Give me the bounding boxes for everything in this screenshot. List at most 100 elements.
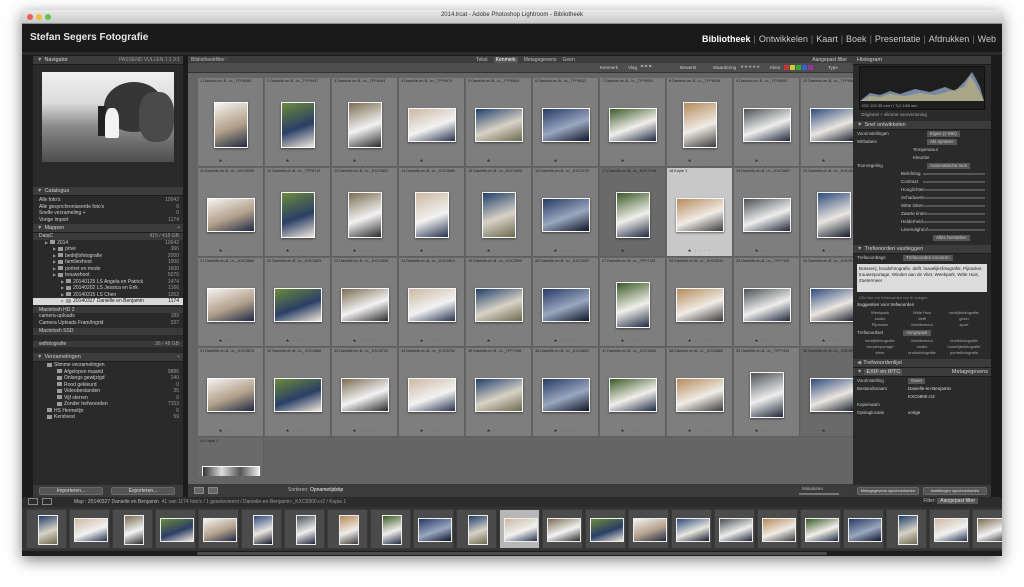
disclosure-triangle-icon[interactable]: ▶ bbox=[61, 298, 64, 303]
grid-cell[interactable]: 19 Danielle-en-B...in-_KXC3807 ★ · · · · bbox=[734, 168, 800, 257]
folders-header[interactable]: ▼ Mappen + bbox=[33, 224, 183, 233]
grid-cell[interactable]: 12 Danielle-en-B...in-_TFP6744 ★ · · · · bbox=[265, 168, 331, 257]
keyword-entry-field[interactable]: Klik hier om trefwoorden toe te voegen bbox=[853, 294, 991, 301]
filmstrip-thumbnail[interactable] bbox=[843, 509, 884, 549]
filmstrip-thumbnail[interactable] bbox=[499, 509, 540, 549]
photo-thumbnail[interactable] bbox=[207, 377, 255, 412]
sync-metadata-button[interactable]: Metagegevens synchroniseren bbox=[857, 487, 919, 495]
rating-stars[interactable]: ★ · · · · bbox=[332, 338, 397, 344]
rating-stars[interactable]: ★ · · · · bbox=[667, 338, 732, 344]
photo-thumbnail[interactable] bbox=[616, 191, 650, 238]
grid-cell[interactable]: 20 Danielle-en-B...in-_KXC3818 ★ · · · · bbox=[801, 168, 853, 257]
photo-thumbnail[interactable] bbox=[415, 191, 449, 238]
keyword-list-header[interactable]: ◀ Trefwoordenlijst bbox=[853, 359, 991, 368]
photo-thumbnail[interactable] bbox=[817, 191, 851, 238]
grid-cell[interactable]: 34 Danielle-en-B...in-_KXC6752 ★ · · · · bbox=[399, 348, 465, 437]
rating-stars[interactable]: ★ · · · · bbox=[667, 428, 732, 434]
filmstrip-thumbnail[interactable] bbox=[972, 509, 1002, 549]
photo-thumbnail[interactable] bbox=[743, 107, 791, 142]
tone-row[interactable]: Hooglichten bbox=[853, 186, 991, 194]
photo-thumbnail[interactable] bbox=[616, 281, 650, 328]
tone-row[interactable]: Witte tinten bbox=[853, 202, 991, 210]
module-bibliotheek[interactable]: Bibliotheek bbox=[702, 34, 751, 44]
disclosure-triangle-icon[interactable]: ▶ bbox=[53, 272, 56, 277]
grid-cell[interactable]: 24 Danielle-en-B...in-_KXC3914 ★ · · · · bbox=[399, 258, 465, 347]
tone-buttons[interactable] bbox=[923, 213, 985, 215]
metadata-value[interactable]: Danielle-en-Benjamin bbox=[908, 385, 951, 393]
rating-stars[interactable]: ★ · · · · bbox=[198, 158, 263, 164]
photo-thumbnail[interactable] bbox=[743, 197, 791, 232]
disclosure-triangle-icon[interactable]: ▶ bbox=[61, 292, 64, 297]
second-window-icon[interactable] bbox=[42, 498, 52, 505]
module-presentatie[interactable]: Presentatie bbox=[875, 34, 921, 44]
color-filter-swatches[interactable] bbox=[784, 65, 813, 71]
grid-cell[interactable]: 26 Danielle-en-B...in-_KXC3987 ★ · · · · bbox=[533, 258, 599, 347]
grid-cell[interactable]: 5 Danielle-en-B...in-_TFP6504 ★ · · · · bbox=[466, 78, 532, 167]
photo-thumbnail[interactable] bbox=[475, 377, 523, 412]
navigator-preview[interactable] bbox=[42, 72, 174, 162]
rating-stars[interactable]: ★ · · · · bbox=[533, 248, 598, 254]
grid-cell[interactable]: 13 Danielle-en-B...in-_KXC3652 ★ · · · · bbox=[332, 168, 398, 257]
filmstrip-thumbnail[interactable] bbox=[628, 509, 669, 549]
grid-cell[interactable]: 2 Danielle-en-B...in-_TFP6457 ★ · · · · bbox=[265, 78, 331, 167]
rating-stars[interactable]: ★ · · · · bbox=[801, 428, 853, 434]
import-button[interactable]: Importeren... bbox=[39, 487, 103, 495]
photo-thumbnail[interactable] bbox=[810, 377, 853, 412]
folder-item[interactable]: Camera Uploads Fram/Ingrid 237 bbox=[33, 320, 183, 327]
photo-thumbnail[interactable] bbox=[542, 197, 590, 232]
white-balance-menu[interactable]: Als opname bbox=[927, 139, 957, 145]
grid-cell[interactable]: 40 Danielle-en-B...in-_KXC6926 ★ · · · · bbox=[801, 348, 853, 437]
rating-stars[interactable]: ★ · · · · bbox=[600, 338, 665, 344]
photo-thumbnail[interactable] bbox=[676, 377, 724, 412]
grid-cell[interactable]: 9 Danielle-en-B...in-_TFP6551 ★ · · · · bbox=[734, 78, 800, 167]
grid-cell[interactable]: 37 Danielle-en-B...in-_KXC6830 ★ · · · · bbox=[600, 348, 666, 437]
photo-thumbnail[interactable] bbox=[408, 377, 456, 412]
grid-cell[interactable]: 3 Danielle-en-B...in-_TFP6464 ★ · · · · bbox=[332, 78, 398, 167]
photo-thumbnail[interactable] bbox=[207, 197, 255, 232]
filmstrip-thumbnail[interactable] bbox=[112, 509, 153, 549]
tone-buttons[interactable] bbox=[923, 229, 985, 231]
rating-stars[interactable]: ★ · · · · bbox=[600, 158, 665, 164]
photo-thumbnail[interactable] bbox=[810, 107, 853, 142]
grid-cell[interactable]: 38 Danielle-en-B...in-_KXC6860 ★ · · · · bbox=[667, 348, 733, 437]
keyword-tags-field[interactable]: Brasserij, bruidsfotografie, delft, huwe… bbox=[857, 264, 987, 292]
disclosure-triangle-icon[interactable]: ▶ bbox=[53, 259, 56, 264]
grid-cell[interactable]: 32 Danielle-en-B...in-_KXC6686 ★ · · · · bbox=[265, 348, 331, 437]
filmstrip-thumbnail[interactable] bbox=[413, 509, 454, 549]
tone-row[interactable]: Belichting bbox=[853, 170, 991, 178]
loupe-view-icon[interactable] bbox=[208, 487, 218, 494]
disclosure-triangle-icon[interactable]: ▶ bbox=[53, 266, 56, 271]
navigator-zoom-modes[interactable]: PASSEND VULLEN 1:1 3:1 bbox=[119, 57, 180, 63]
rating-stars[interactable]: ★ · · · · bbox=[466, 248, 531, 254]
grid-cell[interactable]: 25 Danielle-en-B...in-_KXC3999 ★ · · · · bbox=[466, 258, 532, 347]
grid-cell[interactable]: 29 Danielle-en-B...in-_TFP7193 ★ · · · · bbox=[734, 258, 800, 347]
grid-cell[interactable]: 31 Danielle-en-B...in-_KXC6678 ★ · · · · bbox=[198, 348, 264, 437]
temperature-row[interactable]: Temperatuur bbox=[853, 146, 991, 154]
grid-cell[interactable]: 16 Danielle-en-B...in-_KXC3720 ★ · · · · bbox=[533, 168, 599, 257]
disclosure-triangle-icon[interactable]: ▶ bbox=[53, 253, 56, 258]
rating-stars[interactable]: ★ · · · · bbox=[801, 158, 853, 164]
filmstrip-thumbnail[interactable] bbox=[284, 509, 325, 549]
grid-cell[interactable]: 17 Danielle-en-B...in-_KXC3765 ★ · · · · bbox=[600, 168, 666, 257]
photo-thumbnail[interactable] bbox=[408, 107, 456, 142]
photo-thumbnail[interactable] bbox=[207, 287, 255, 322]
filmstrip-thumbnail[interactable] bbox=[241, 509, 282, 549]
grid-cell[interactable]: 8 Danielle-en-B...in-_TFP6538 ★ · · · · bbox=[667, 78, 733, 167]
grid-cell[interactable]: 4 Danielle-en-B...in-_TFP6470 ★ · · · · bbox=[399, 78, 465, 167]
collection-item[interactable]: Kerstvest 59 bbox=[33, 414, 183, 421]
main-window-icon[interactable] bbox=[28, 498, 38, 505]
rating-stars[interactable]: ★ · · · · bbox=[734, 338, 799, 344]
keyword-chip[interactable]: sport bbox=[943, 322, 985, 328]
saved-preset-menu[interactable]: Eigen (2 Mei) bbox=[927, 131, 960, 137]
tone-buttons[interactable] bbox=[923, 181, 985, 183]
grid-cell[interactable]: 7 Danielle-en-B...in-_TFP6520 ★ · · · · bbox=[600, 78, 666, 167]
photo-thumbnail[interactable] bbox=[542, 287, 590, 322]
module-ontwikkelen[interactable]: Ontwikkelen bbox=[759, 34, 808, 44]
grid-cell[interactable]: 27 Danielle-en-B...in-_TFP7124 ★ · · · · bbox=[600, 258, 666, 347]
sync-settings-button[interactable]: Instellingen synchroniseren bbox=[923, 487, 987, 495]
grid-cell[interactable]: 21 Danielle-en-B...in-_KXC3884 ★ · · · · bbox=[198, 258, 264, 347]
rating-stars[interactable]: ★ · · · · bbox=[399, 428, 464, 434]
filmstrip-thumbnail[interactable] bbox=[26, 509, 67, 549]
filmstrip-thumbnail[interactable] bbox=[886, 509, 927, 549]
filmstrip-thumbnail[interactable] bbox=[671, 509, 712, 549]
